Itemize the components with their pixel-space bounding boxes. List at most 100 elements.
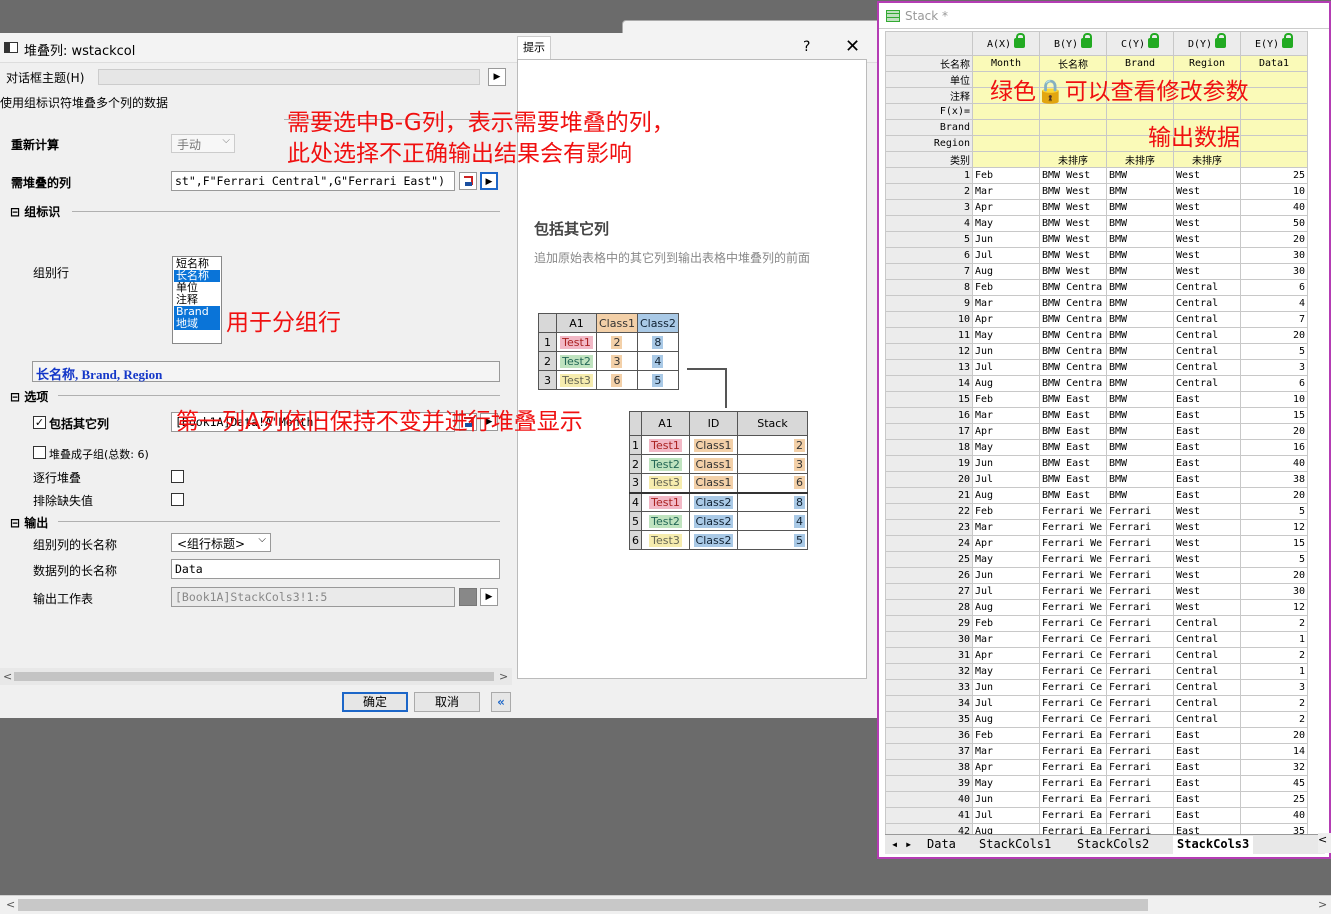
meta-cell[interactable]: 未排序 (1173, 151, 1241, 168)
table-cell[interactable]: BMW (1106, 439, 1174, 456)
table-cell[interactable]: Central (1173, 343, 1241, 360)
table-cell[interactable]: East (1173, 807, 1241, 824)
table-cell[interactable]: BMW Centra (1039, 359, 1107, 376)
table-cell[interactable]: BMW West (1039, 263, 1107, 280)
table-cell[interactable]: Ferrari We (1039, 567, 1107, 584)
row-header[interactable]: 14 (885, 375, 973, 392)
table-cell[interactable]: BMW (1106, 327, 1174, 344)
column-header[interactable]: D(Y) (1173, 31, 1241, 56)
table-cell[interactable]: BMW East (1039, 439, 1107, 456)
table-cell[interactable]: 2 (1240, 711, 1308, 728)
table-cell[interactable]: 45 (1240, 775, 1308, 792)
table-cell[interactable]: BMW (1106, 311, 1174, 328)
meta-cell[interactable] (1039, 135, 1107, 152)
lock-icon[interactable] (1081, 32, 1093, 48)
row-header[interactable]: F(x)= (885, 103, 973, 120)
row-header[interactable]: 22 (885, 503, 973, 520)
table-cell[interactable]: Ferrari (1106, 775, 1174, 792)
options-section[interactable]: ⊟ 选项 (10, 388, 48, 405)
subgroup-checkbox[interactable] (33, 446, 46, 459)
table-cell[interactable]: May (972, 327, 1040, 344)
table-cell[interactable]: Jul (972, 471, 1040, 488)
table-cell[interactable]: Central (1173, 711, 1241, 728)
scroll-right-icon[interactable]: > (499, 670, 508, 683)
table-cell[interactable]: BMW (1106, 199, 1174, 216)
table-cell[interactable]: 38 (1240, 471, 1308, 488)
meta-cell[interactable] (972, 151, 1040, 168)
table-cell[interactable]: BMW (1106, 279, 1174, 296)
data-table[interactable]: A(X) B(Y) C(Y) D(Y) E(Y) 长名称 Month 长名称 Brand Regi… (885, 31, 1308, 840)
row-header[interactable]: 35 (885, 711, 973, 728)
row-header[interactable]: 21 (885, 487, 973, 504)
table-cell[interactable]: 10 (1240, 183, 1308, 200)
table-cell[interactable]: 32 (1240, 759, 1308, 776)
table-cell[interactable]: Ferrari (1106, 647, 1174, 664)
table-cell[interactable]: BMW (1106, 295, 1174, 312)
table-cell[interactable]: 30 (1240, 247, 1308, 264)
table-cell[interactable]: Ferrari (1106, 535, 1174, 552)
table-cell[interactable]: Central (1173, 647, 1241, 664)
row-header[interactable]: 41 (885, 807, 973, 824)
table-cell[interactable]: BMW Centra (1039, 295, 1107, 312)
table-cell[interactable]: East (1173, 455, 1241, 472)
table-cell[interactable]: Jul (972, 807, 1040, 824)
scroll-left-icon[interactable]: < (6, 898, 15, 911)
row-by-row-checkbox[interactable] (171, 470, 184, 483)
table-cell[interactable]: Apr (972, 199, 1040, 216)
table-cell[interactable]: Central (1173, 615, 1241, 632)
table-cell[interactable]: East (1173, 487, 1241, 504)
table-cell[interactable]: Ferrari (1106, 583, 1174, 600)
meta-cell[interactable] (1240, 135, 1308, 152)
table-cell[interactable]: Feb (972, 391, 1040, 408)
collapse-hint-button[interactable]: « (491, 692, 511, 712)
table-cell[interactable]: 5 (1240, 551, 1308, 568)
table-cell[interactable]: Ferrari We (1039, 583, 1107, 600)
table-cell[interactable]: 15 (1240, 407, 1308, 424)
table-cell[interactable]: West (1173, 519, 1241, 536)
include-other-checkbox[interactable]: ✓ (33, 416, 46, 429)
table-cell[interactable]: BMW Centra (1039, 311, 1107, 328)
table-cell[interactable]: 4 (1240, 295, 1308, 312)
table-cell[interactable]: West (1173, 535, 1241, 552)
row-header[interactable]: 注释 (885, 87, 973, 104)
table-cell[interactable]: 3 (1240, 359, 1308, 376)
table-cell[interactable]: 16 (1240, 439, 1308, 456)
table-cell[interactable]: 40 (1240, 807, 1308, 824)
table-cell[interactable]: Ferrari (1106, 599, 1174, 616)
lock-icon[interactable] (1148, 32, 1160, 48)
table-cell[interactable]: West (1173, 551, 1241, 568)
sheet-tab[interactable]: StackCols1 (975, 836, 1055, 854)
table-cell[interactable]: Mar (972, 519, 1040, 536)
table-cell[interactable]: Aug (972, 599, 1040, 616)
table-cell[interactable]: BMW East (1039, 391, 1107, 408)
scroll-left-icon[interactable]: < (3, 670, 12, 683)
row-header[interactable]: 28 (885, 599, 973, 616)
table-cell[interactable]: Feb (972, 167, 1040, 184)
table-cell[interactable]: 6 (1240, 279, 1308, 296)
table-cell[interactable]: 25 (1240, 167, 1308, 184)
data-col-name-input[interactable]: Data (171, 559, 500, 579)
recalc-select[interactable]: 手动 ⌵ (171, 134, 235, 153)
scroll-thumb[interactable] (18, 899, 1148, 911)
group-rows-listbox[interactable]: 短名称 长名称 单位 注释 Brand 地域 (172, 256, 222, 344)
exclude-missing-checkbox[interactable] (171, 493, 184, 506)
table-cell[interactable]: Aug (972, 487, 1040, 504)
table-cell[interactable]: Jul (972, 359, 1040, 376)
table-cell[interactable]: West (1173, 503, 1241, 520)
table-cell[interactable]: BMW (1106, 263, 1174, 280)
group-section[interactable]: ⊟ 组标识 (10, 203, 60, 220)
sheet-corner[interactable] (885, 31, 973, 56)
table-cell[interactable]: Central (1173, 279, 1241, 296)
table-cell[interactable]: 3 (1240, 679, 1308, 696)
table-cell[interactable]: East (1173, 391, 1241, 408)
table-cell[interactable]: West (1173, 263, 1241, 280)
table-cell[interactable]: BMW (1106, 215, 1174, 232)
table-cell[interactable]: Jun (972, 791, 1040, 808)
table-cell[interactable]: Ferrari Ea (1039, 743, 1107, 760)
table-cell[interactable]: Ferrari We (1039, 503, 1107, 520)
row-header[interactable]: 7 (885, 263, 973, 280)
table-cell[interactable]: Feb (972, 615, 1040, 632)
table-cell[interactable]: West (1173, 567, 1241, 584)
table-cell[interactable]: BMW (1106, 375, 1174, 392)
table-cell[interactable]: 12 (1240, 599, 1308, 616)
